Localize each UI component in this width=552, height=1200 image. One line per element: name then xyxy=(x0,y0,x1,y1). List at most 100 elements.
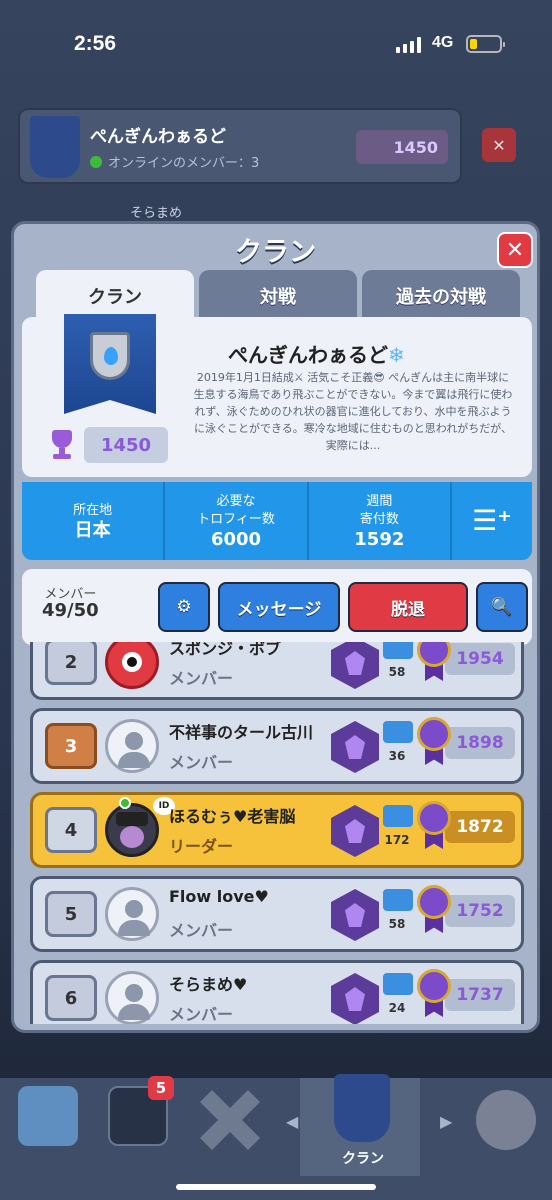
search-icon: 🔍 xyxy=(491,597,513,617)
online-dot-icon xyxy=(119,797,131,809)
clan-trophy-row: 1450 xyxy=(48,427,168,463)
member-rank: 3 xyxy=(45,723,97,769)
avatar xyxy=(105,803,159,857)
member-list[interactable]: 2 スポンジ・ボブ メンバー 58 1954 3 不祥事のタール古川 メンバー … xyxy=(30,642,526,1024)
crown-medal-icon xyxy=(417,642,451,683)
donation-count: 24 xyxy=(388,1001,406,1015)
stat-required-trophies: 必要な トロフィー数 6000 xyxy=(165,482,309,560)
member-trophies: 1954 xyxy=(445,643,515,675)
modal-title: クラン xyxy=(235,237,316,268)
donation-icon xyxy=(383,889,413,911)
member-row[interactable]: 6 そらまめ♥ メンバー 24 1737 xyxy=(30,960,524,1024)
avatar xyxy=(105,887,159,941)
bottom-nav xyxy=(0,1078,552,1200)
flame-icon xyxy=(104,347,118,365)
member-row[interactable]: 3 不祥事のタール古川 メンバー 36 1898 xyxy=(30,708,524,784)
donation-icon xyxy=(383,973,413,995)
home-indicator xyxy=(176,1184,376,1190)
member-role: メンバー xyxy=(169,753,234,772)
trophy-icon xyxy=(48,430,76,460)
member-role: メンバー xyxy=(169,669,234,688)
donation-count: 58 xyxy=(388,665,406,679)
online-dot-icon xyxy=(90,155,102,168)
arena-icon xyxy=(331,889,379,941)
clan-info-panel: 1450 ぺんぎんわぁるど❄ 2019年1月1日結成⚔ 活気こそ正義😎 ぺんぎん… xyxy=(22,314,532,477)
nav-shop-icon[interactable] xyxy=(18,1086,78,1146)
crown-medal-icon xyxy=(417,801,451,851)
status-bar: 2:56 4G xyxy=(0,0,552,90)
members-count: メンバー 49/50 xyxy=(42,587,99,621)
list-add-icon[interactable]: ☰⁺ xyxy=(452,482,532,560)
nav-clan-icon[interactable] xyxy=(334,1074,390,1142)
close-button[interactable]: ✕ xyxy=(497,232,533,268)
message-button[interactable]: メッセージ xyxy=(218,582,340,632)
donation-count: 58 xyxy=(388,917,406,931)
member-trophies: 1898 xyxy=(445,727,515,759)
member-name: Flow love♥ xyxy=(169,887,269,906)
battery-icon xyxy=(466,35,505,53)
member-rank: 6 xyxy=(45,975,97,1021)
avatar xyxy=(105,719,159,773)
donation-icon xyxy=(383,642,413,659)
background-clan-bar: ぺんぎんわぁるど オンラインのメンバー：3 1450 xyxy=(18,108,462,184)
network-label: 4G xyxy=(432,34,454,51)
member-trophies: 1752 xyxy=(445,895,515,927)
stat-weekly-donations: 週間 寄付数 1592 xyxy=(309,482,452,560)
member-rank: 2 xyxy=(45,642,97,685)
arena-icon xyxy=(331,973,379,1024)
nav-cards-badge: 5 xyxy=(148,1076,174,1100)
clan-badge-icon xyxy=(30,116,80,178)
member-row[interactable]: 4 ID ほるむぅ♥老害脳 リーダー 172 1872 xyxy=(30,792,524,868)
nav-clan-label: クラン xyxy=(342,1151,384,1167)
avatar xyxy=(105,642,159,689)
leave-button[interactable]: 脱退 xyxy=(348,582,468,632)
crown-medal-icon xyxy=(417,717,451,767)
member-action-bar: メンバー 49/50 ⚙ メッセージ 脱退 🔍 xyxy=(22,569,532,645)
arena-icon xyxy=(331,721,379,773)
member-name: そらまめ♥ xyxy=(169,975,248,994)
background-chat-name: そらまめ xyxy=(130,206,183,221)
clan-trophy-value: 1450 xyxy=(84,427,168,463)
search-button[interactable]: 🔍 xyxy=(476,582,528,632)
member-trophies: 1872 xyxy=(445,811,515,843)
donation-count: 172 xyxy=(384,833,410,847)
member-role: メンバー xyxy=(169,1005,234,1024)
nav-left-arrow-icon: ◀ xyxy=(286,1112,299,1131)
background-close-button: ✕ xyxy=(482,128,516,162)
clan-description: 2019年1月1日結成⚔ 活気こそ正義😎 ぺんぎんは主に南半球に生息する海鳥であ… xyxy=(193,371,513,452)
member-trophies: 1737 xyxy=(445,979,515,1011)
arena-icon xyxy=(331,642,379,689)
arena-icon xyxy=(331,805,379,857)
shield-icon xyxy=(90,332,130,380)
member-role: メンバー xyxy=(169,921,234,940)
background-trophy-count: 1450 xyxy=(356,130,448,164)
donation-count: 36 xyxy=(388,749,406,763)
member-role: リーダー xyxy=(169,837,234,856)
clan-name: ぺんぎんわぁるど❄ xyxy=(228,343,405,367)
background-clan-name: ぺんぎんわぁるど xyxy=(90,127,226,147)
nav-right-arrow-icon: ▶ xyxy=(440,1112,453,1131)
clan-stats-bar: 所在地 日本 必要な トロフィー数 6000 週間 寄付数 1592 ☰⁺ xyxy=(22,482,532,560)
signal-icon xyxy=(396,37,421,53)
crown-medal-icon xyxy=(417,885,451,935)
donation-icon xyxy=(383,805,413,827)
clan-banner-icon xyxy=(64,314,156,414)
online-members-label: オンラインのメンバー：3 xyxy=(90,152,259,171)
member-name: スポンジ・ボブ xyxy=(169,642,282,658)
member-row[interactable]: 2 スポンジ・ボブ メンバー 58 1954 xyxy=(30,642,524,700)
nav-events-icon[interactable] xyxy=(476,1090,536,1150)
tab-past-battles[interactable]: 過去の対戦 xyxy=(362,270,520,322)
stat-location: 所在地 日本 xyxy=(22,482,166,560)
donation-icon xyxy=(383,721,413,743)
clan-modal: クラン ✕ クラン 対戦 過去の対戦 1450 ぺんぎんわぁるど❄ 2019年1… xyxy=(11,221,540,1033)
tab-battle[interactable]: 対戦 xyxy=(199,270,357,322)
status-time: 2:56 xyxy=(74,32,117,55)
member-rank: 5 xyxy=(45,891,97,937)
member-name: ほるむぅ♥老害脳 xyxy=(169,807,296,826)
avatar xyxy=(105,971,159,1024)
settings-button[interactable]: ⚙ xyxy=(158,582,210,632)
crown-medal-icon xyxy=(417,969,451,1019)
member-name: 不祥事のタール古川 xyxy=(169,723,314,742)
member-row[interactable]: 5 Flow love♥ メンバー 58 1752 xyxy=(30,876,524,952)
gear-icon: ⚙ xyxy=(176,597,192,617)
